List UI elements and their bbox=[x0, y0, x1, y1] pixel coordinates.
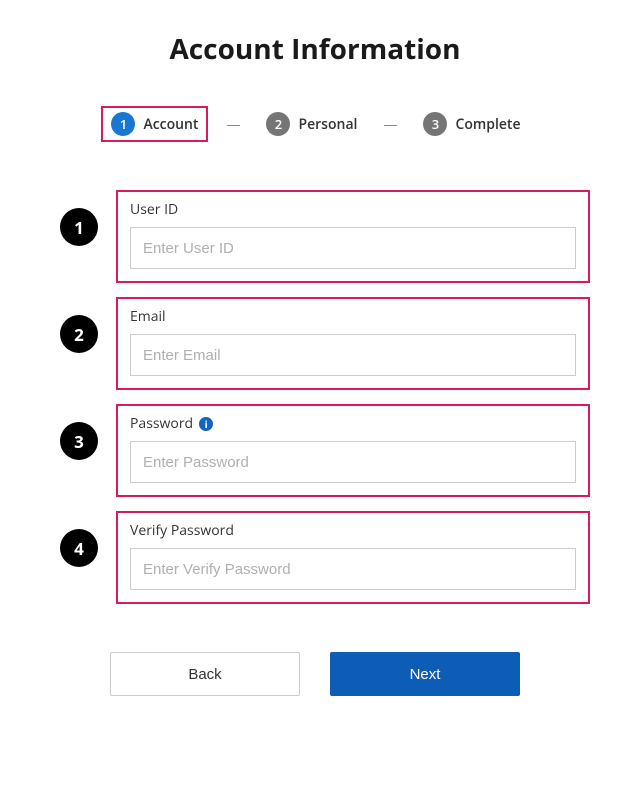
email-label-text: Email bbox=[130, 307, 166, 326]
step-complete-label: Complete bbox=[455, 115, 520, 134]
password-label: Password i bbox=[130, 414, 576, 433]
page-title: Account Information bbox=[20, 30, 610, 68]
verify-password-label-text: Verify Password bbox=[130, 521, 234, 540]
verify-password-field-group: Verify Password bbox=[116, 511, 590, 604]
step-complete-circle: 3 bbox=[423, 112, 447, 136]
field-row-email: 2 Email bbox=[60, 297, 590, 390]
step-personal-label: Personal bbox=[298, 115, 357, 134]
field-row-verify-password: 4 Verify Password bbox=[60, 511, 590, 604]
password-field-group: Password i bbox=[116, 404, 590, 497]
annotation-badge-2: 2 bbox=[60, 315, 98, 353]
verify-password-label: Verify Password bbox=[130, 521, 576, 540]
field-row-user-id: 1 User ID bbox=[60, 190, 590, 283]
step-separator: — bbox=[377, 115, 403, 134]
next-button[interactable]: Next bbox=[330, 652, 520, 696]
annotation-badge-3: 3 bbox=[60, 422, 98, 460]
back-button[interactable]: Back bbox=[110, 652, 300, 696]
step-account-circle: 1 bbox=[111, 112, 135, 136]
field-row-password: 3 Password i bbox=[60, 404, 590, 497]
annotation-badge-4: 4 bbox=[60, 529, 98, 567]
annotation-badge-1: 1 bbox=[60, 208, 98, 246]
step-account: 1 Account bbox=[101, 106, 208, 142]
step-account-label: Account bbox=[143, 115, 198, 134]
step-separator: — bbox=[220, 115, 246, 134]
password-input[interactable] bbox=[130, 441, 576, 483]
user-id-input[interactable] bbox=[130, 227, 576, 269]
user-id-label: User ID bbox=[130, 200, 576, 219]
form-area: 1 User ID 2 Email 3 Password i 4 bbox=[60, 190, 590, 604]
info-icon[interactable]: i bbox=[199, 417, 213, 431]
verify-password-input[interactable] bbox=[130, 548, 576, 590]
step-personal-circle: 2 bbox=[266, 112, 290, 136]
step-complete: 3 Complete bbox=[415, 108, 528, 140]
email-label: Email bbox=[130, 307, 576, 326]
user-id-label-text: User ID bbox=[130, 200, 178, 219]
user-id-field-group: User ID bbox=[116, 190, 590, 283]
stepper: 1 Account — 2 Personal — 3 Complete bbox=[20, 106, 610, 142]
email-field-group: Email bbox=[116, 297, 590, 390]
email-input[interactable] bbox=[130, 334, 576, 376]
step-personal: 2 Personal bbox=[258, 108, 365, 140]
buttons-row: Back Next bbox=[20, 652, 610, 696]
password-label-text: Password bbox=[130, 414, 193, 433]
